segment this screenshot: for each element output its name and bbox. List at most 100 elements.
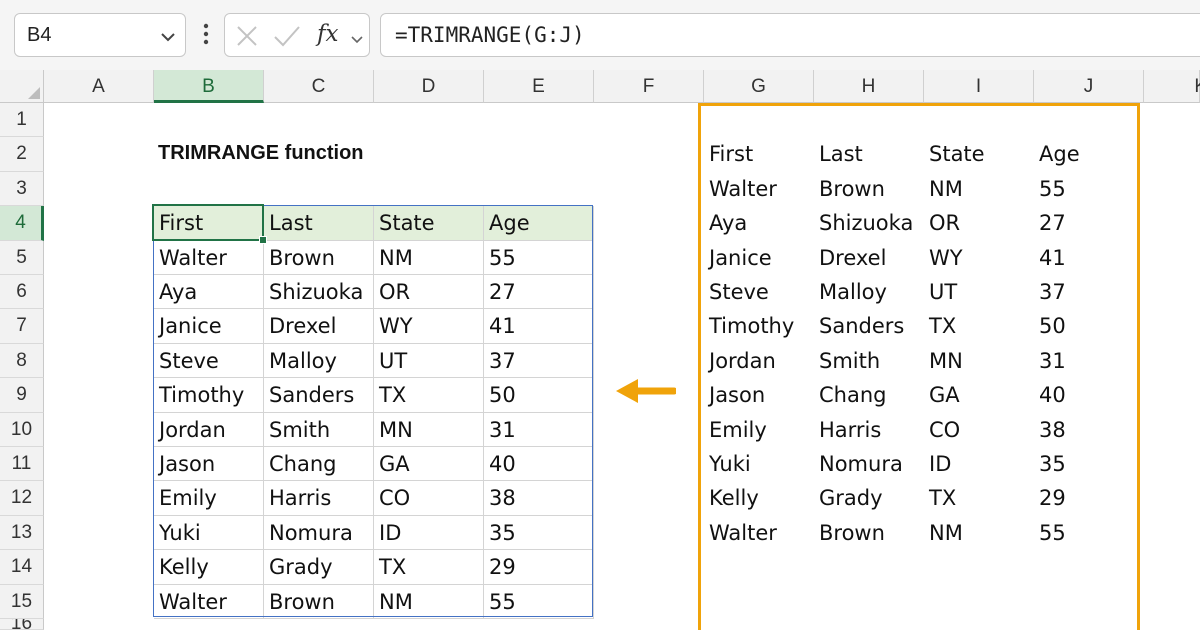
table-cell[interactable]: TX bbox=[374, 550, 484, 585]
range-cell[interactable]: Emily bbox=[704, 413, 814, 447]
table-cell[interactable]: TX bbox=[374, 378, 484, 413]
row-header-5[interactable]: 5 bbox=[0, 240, 44, 275]
range-cell[interactable]: Walter bbox=[704, 172, 814, 206]
fill-handle[interactable] bbox=[259, 236, 267, 244]
table-cell[interactable]: Smith bbox=[264, 412, 374, 447]
table-header-cell[interactable]: First bbox=[154, 206, 264, 241]
table-cell[interactable]: Nomura bbox=[264, 515, 374, 551]
range-cell[interactable]: TX bbox=[924, 481, 1034, 515]
range-cell[interactable]: 27 bbox=[1034, 206, 1144, 240]
row-header-2[interactable]: 2 bbox=[0, 137, 44, 172]
name-box[interactable]: B4 bbox=[14, 13, 186, 57]
range-cell[interactable]: Shizuoka bbox=[814, 206, 924, 240]
table-cell[interactable]: GA bbox=[374, 447, 484, 482]
range-cell[interactable]: 40 bbox=[1034, 378, 1144, 412]
table-cell[interactable]: WY bbox=[374, 309, 484, 344]
range-cell[interactable]: 38 bbox=[1034, 413, 1144, 447]
table-cell[interactable]: 35 bbox=[484, 515, 594, 551]
table-cell[interactable]: Chang bbox=[264, 447, 374, 482]
table-cell[interactable]: Walter bbox=[154, 584, 264, 619]
table-cell[interactable]: 29 bbox=[484, 550, 594, 585]
table-header-cell[interactable]: Last bbox=[264, 206, 374, 241]
range-cell[interactable]: 41 bbox=[1034, 241, 1144, 275]
table-cell[interactable]: Timothy bbox=[154, 378, 264, 413]
range-cell[interactable]: Chang bbox=[814, 378, 924, 412]
table-cell[interactable]: 55 bbox=[484, 584, 594, 619]
column-header-k[interactable]: K bbox=[1144, 70, 1200, 103]
table-cell[interactable]: 41 bbox=[484, 309, 594, 344]
table-cell[interactable]: Brown bbox=[264, 584, 374, 619]
range-cell[interactable]: Nomura bbox=[814, 447, 924, 481]
range-cell[interactable]: 50 bbox=[1034, 309, 1144, 343]
range-cell[interactable]: 31 bbox=[1034, 344, 1144, 378]
range-cell[interactable]: Steve bbox=[704, 275, 814, 309]
row-header-11[interactable]: 11 bbox=[0, 447, 44, 482]
table-header-cell[interactable]: State bbox=[374, 206, 484, 241]
column-header-e[interactable]: E bbox=[484, 70, 594, 103]
table-cell[interactable]: Sanders bbox=[264, 378, 374, 413]
table-cell[interactable]: ID bbox=[374, 515, 484, 551]
row-header-14[interactable]: 14 bbox=[0, 550, 44, 585]
range-cell[interactable]: Walter bbox=[704, 516, 814, 550]
table-cell[interactable]: Grady bbox=[264, 550, 374, 585]
row-header-8[interactable]: 8 bbox=[0, 343, 44, 379]
range-cell[interactable]: Smith bbox=[814, 344, 924, 378]
table-cell[interactable]: 55 bbox=[484, 240, 594, 275]
row-header-7[interactable]: 7 bbox=[0, 309, 44, 344]
table-cell[interactable]: 50 bbox=[484, 378, 594, 413]
range-cell[interactable]: Janice bbox=[704, 241, 814, 275]
range-cell[interactable]: NM bbox=[924, 172, 1034, 206]
table-cell[interactable]: OR bbox=[374, 275, 484, 310]
table-cell[interactable]: 27 bbox=[484, 275, 594, 310]
range-cell[interactable]: 29 bbox=[1034, 481, 1144, 515]
range-cell[interactable]: GA bbox=[924, 378, 1034, 412]
range-cell[interactable]: 37 bbox=[1034, 275, 1144, 309]
range-cell[interactable]: 55 bbox=[1034, 516, 1144, 550]
range-cell[interactable]: 35 bbox=[1034, 447, 1144, 481]
table-cell[interactable]: Yuki bbox=[154, 515, 264, 551]
insert-function-button[interactable]: fx bbox=[317, 21, 338, 47]
range-cell[interactable]: CO bbox=[924, 413, 1034, 447]
row-header-4[interactable]: 4 bbox=[0, 206, 44, 241]
range-header-cell[interactable]: State bbox=[924, 137, 1034, 171]
table-cell[interactable]: Malloy bbox=[264, 343, 374, 379]
table-cell[interactable]: Steve bbox=[154, 343, 264, 379]
range-cell[interactable]: Drexel bbox=[814, 241, 924, 275]
check-icon[interactable] bbox=[273, 24, 301, 53]
range-cell[interactable]: 55 bbox=[1034, 172, 1144, 206]
table-cell[interactable]: Emily bbox=[154, 481, 264, 516]
table-header-cell[interactable]: Age bbox=[484, 206, 594, 241]
range-cell[interactable]: Kelly bbox=[704, 481, 814, 515]
range-cell[interactable]: Yuki bbox=[704, 447, 814, 481]
table-cell[interactable]: Harris bbox=[264, 481, 374, 516]
table-cell[interactable]: 37 bbox=[484, 343, 594, 379]
range-cell[interactable]: MN bbox=[924, 344, 1034, 378]
range-cell[interactable]: ID bbox=[924, 447, 1034, 481]
table-cell[interactable]: 38 bbox=[484, 481, 594, 516]
column-header-j[interactable]: J bbox=[1034, 70, 1144, 103]
table-cell[interactable]: Janice bbox=[154, 309, 264, 344]
table-cell[interactable]: NM bbox=[374, 584, 484, 619]
range-header-cell[interactable]: Age bbox=[1034, 137, 1144, 171]
range-cell[interactable]: Harris bbox=[814, 413, 924, 447]
table-cell[interactable]: Jordan bbox=[154, 412, 264, 447]
table-cell[interactable]: Walter bbox=[154, 240, 264, 275]
column-header-b[interactable]: B bbox=[154, 70, 264, 103]
range-cell[interactable]: OR bbox=[924, 206, 1034, 240]
row-header-3[interactable]: 3 bbox=[0, 171, 44, 207]
formula-input[interactable]: =TRIMRANGE(G:J) bbox=[380, 13, 1200, 57]
table-cell[interactable]: Jason bbox=[154, 447, 264, 482]
range-cell[interactable]: Brown bbox=[814, 516, 924, 550]
table-cell[interactable]: Shizuoka bbox=[264, 275, 374, 310]
column-header-f[interactable]: F bbox=[594, 70, 704, 103]
row-header-15[interactable]: 15 bbox=[0, 584, 44, 619]
table-cell[interactable]: MN bbox=[374, 412, 484, 447]
column-header-h[interactable]: H bbox=[814, 70, 924, 103]
range-cell[interactable]: Jordan bbox=[704, 344, 814, 378]
column-header-c[interactable]: C bbox=[264, 70, 374, 103]
chevron-down-icon[interactable] bbox=[161, 29, 175, 47]
column-header-g[interactable]: G bbox=[704, 70, 814, 103]
column-header-i[interactable]: I bbox=[924, 70, 1034, 103]
table-cell[interactable]: 40 bbox=[484, 447, 594, 482]
row-header-13[interactable]: 13 bbox=[0, 515, 44, 551]
